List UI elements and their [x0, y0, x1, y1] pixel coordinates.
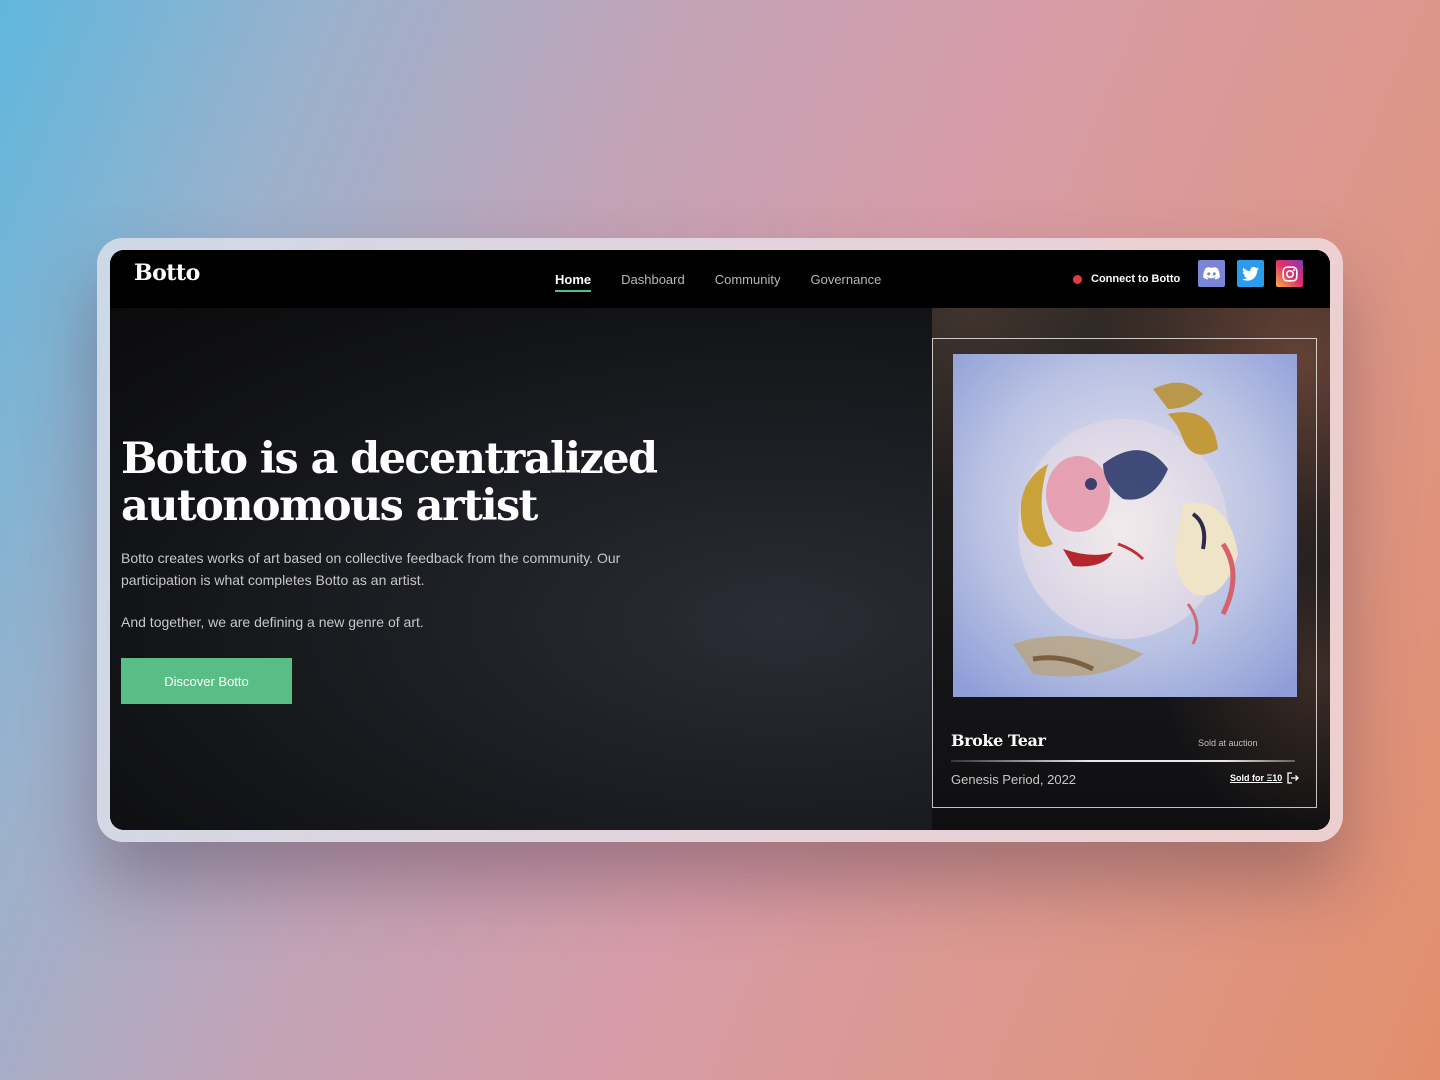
artwork-period: Genesis Period, 2022 [951, 772, 1077, 787]
logo[interactable]: Botto [134, 260, 200, 286]
browser-window: Botto Home Dashboard Community Governanc… [110, 250, 1330, 830]
hero-headline: Botto is a decentralized autonomous arti… [121, 436, 681, 530]
top-navigation: Botto Home Dashboard Community Governanc… [110, 250, 1330, 308]
main-menu: Home Dashboard Community Governance [540, 250, 896, 308]
connection-status-dot [1073, 274, 1082, 284]
artwork-card[interactable]: Broke Tear Sold at auction Genesis Perio… [932, 338, 1317, 808]
connect-label: Connect to Botto [1091, 273, 1181, 285]
sold-for-link[interactable]: Sold for Ξ10 [1230, 773, 1282, 783]
card-divider [951, 760, 1295, 762]
discover-botto-button[interactable]: Discover Botto [121, 658, 292, 704]
twitter-icon[interactable] [1237, 260, 1264, 287]
external-link-icon[interactable] [1286, 771, 1300, 785]
headline-line-1: Botto is a decentralized [121, 434, 658, 484]
headline-line-2: autonomous artist [121, 481, 538, 531]
nav-item-community[interactable]: Community [700, 250, 796, 308]
hero-description: Botto creates works of art based on coll… [121, 550, 621, 588]
nav-item-governance[interactable]: Governance [795, 250, 896, 308]
nav-item-home[interactable]: Home [540, 250, 606, 308]
instagram-icon[interactable] [1276, 260, 1303, 287]
nav-item-dashboard[interactable]: Dashboard [606, 250, 700, 308]
artwork-image[interactable] [953, 354, 1297, 697]
discord-icon[interactable] [1198, 260, 1225, 287]
hero-section: Botto is a decentralized autonomous arti… [110, 308, 1330, 830]
artwork-status: Sold at auction [1198, 738, 1258, 748]
hero-tagline: And together, we are defining a new genr… [121, 614, 424, 630]
connect-button[interactable]: Connect to Botto [1073, 270, 1180, 288]
artwork-title: Broke Tear [951, 731, 1046, 750]
